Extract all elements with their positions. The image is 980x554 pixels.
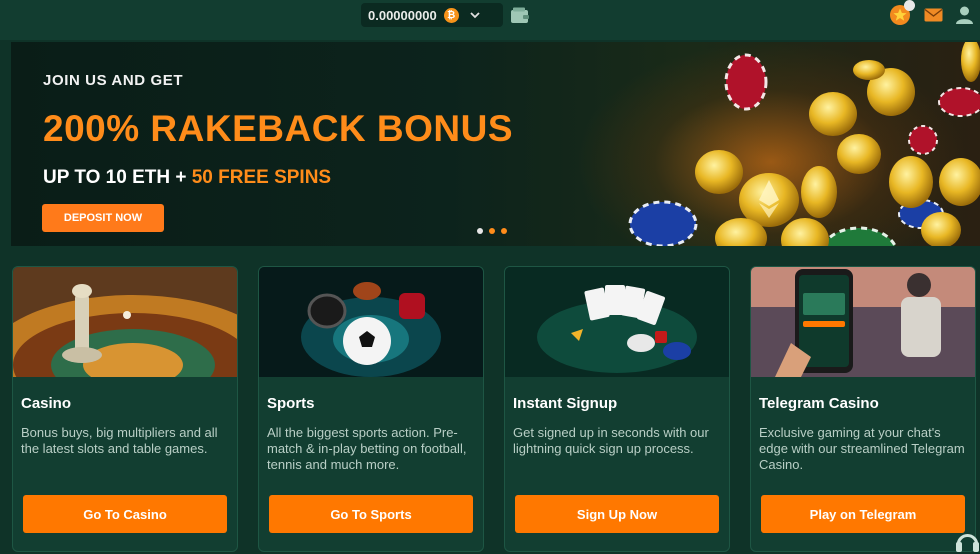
bitcoin-icon: ₿: [443, 7, 459, 23]
carousel-dots: [477, 228, 507, 234]
balance-amount: 0.00000000: [368, 7, 437, 23]
go-to-casino-button[interactable]: Go To Casino: [23, 495, 227, 533]
wallet-balance-selector[interactable]: 0.00000000 ₿: [361, 3, 503, 27]
deposit-now-button[interactable]: DEPOSIT NOW: [42, 204, 164, 232]
wallet-icon[interactable]: [510, 7, 530, 24]
carousel-dot[interactable]: [477, 228, 483, 234]
banner-title: 200% RAKEBACK BONUS: [43, 108, 514, 149]
card-description: All the biggest sports action. Pre-match…: [267, 425, 467, 472]
card-description: Exclusive gaming at your chat's edge wit…: [759, 425, 965, 472]
banner-subtitle-accent: 50 FREE SPINS: [191, 167, 332, 188]
carousel-dot[interactable]: [501, 228, 507, 234]
sign-up-now-button[interactable]: Sign Up Now: [515, 495, 719, 533]
telegram-phone-image: [751, 267, 975, 377]
card-title: Sports: [267, 395, 315, 412]
casino-card: Casino Bonus buys, big multipliers and a…: [12, 266, 238, 552]
telegram-casino-card: Telegram Casino Exclusive gaming at your…: [750, 266, 976, 552]
user-icon[interactable]: [955, 5, 974, 25]
sports-card: Sports All the biggest sports action. Pr…: [258, 266, 484, 552]
card-title: Casino: [21, 395, 72, 412]
instant-signup-card: Instant Signup Get signed up in seconds …: [504, 266, 730, 552]
promo-banner: JOIN US AND GET 200% RAKEBACK BONUS UP T…: [11, 42, 980, 246]
casino-roulette-image: [13, 267, 237, 377]
card-description: Bonus buys, big multipliers and all the …: [21, 425, 218, 456]
carousel-dot[interactable]: [489, 228, 495, 234]
chevron-down-icon[interactable]: [469, 9, 481, 21]
support-headset-icon[interactable]: [955, 524, 980, 554]
cards-and-dice-image: [505, 267, 729, 377]
card-title: Instant Signup: [513, 395, 618, 412]
play-on-telegram-button[interactable]: Play on Telegram: [761, 495, 965, 533]
sports-equipment-image: [259, 267, 483, 377]
card-description: Get signed up in seconds with our lightn…: [513, 425, 709, 456]
top-bar: 0.00000000 ₿: [0, 0, 980, 40]
banner-eyebrow: JOIN US AND GET: [43, 72, 184, 89]
go-to-sports-button[interactable]: Go To Sports: [269, 495, 473, 533]
banner-subtitle-prefix: UP TO 10 ETH +: [43, 167, 192, 188]
notification-dot: [904, 0, 915, 11]
card-title: Telegram Casino: [759, 395, 879, 412]
coins-and-chips-illustration: [628, 42, 980, 246]
banner-subtitle: UP TO 10 ETH + 50 FREE SPINS: [43, 167, 331, 189]
mail-icon[interactable]: [924, 8, 943, 22]
